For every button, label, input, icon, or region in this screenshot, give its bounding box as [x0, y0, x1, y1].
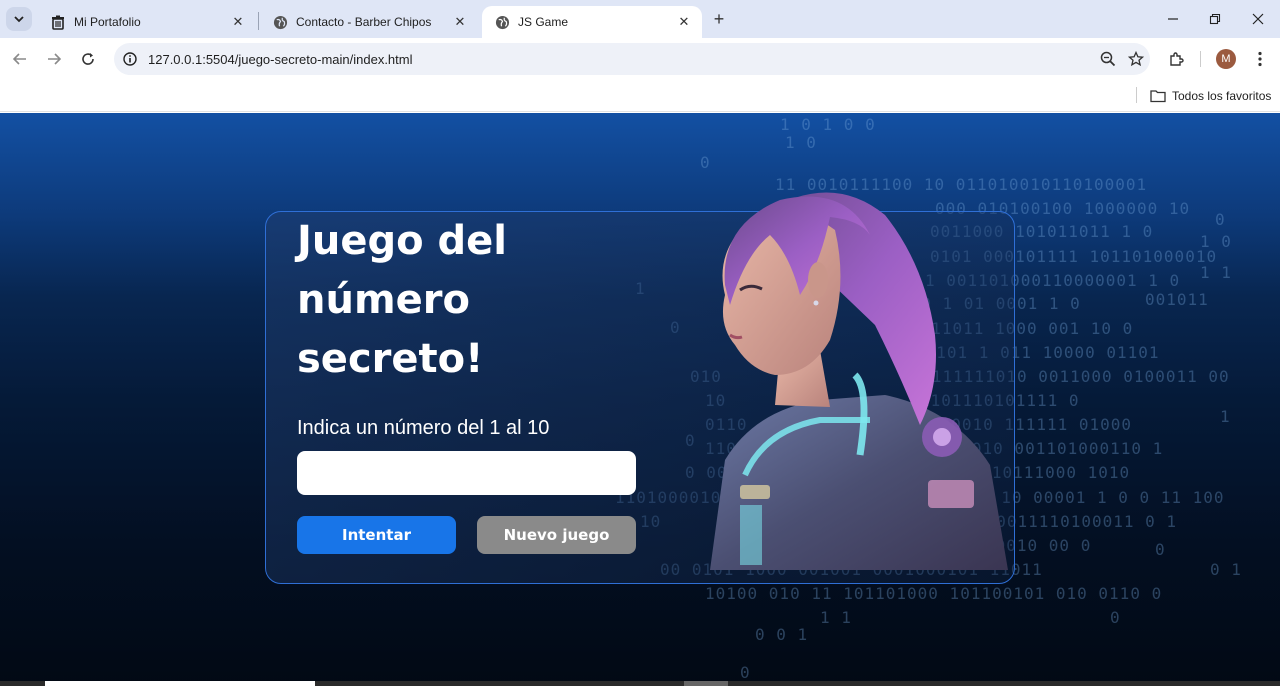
folder-icon — [1150, 89, 1166, 103]
tab-mi-portafolio[interactable]: Mi Portafolio ✕ — [38, 6, 256, 38]
extensions-button[interactable] — [1164, 47, 1188, 71]
character-illustration — [710, 192, 1008, 570]
restore-icon — [1209, 13, 1221, 25]
tab-strip: Mi Portafolio ✕ Contacto - Barber Chipos… — [0, 0, 1280, 38]
toolbar-divider — [1200, 51, 1201, 67]
close-icon — [1252, 13, 1264, 25]
profile-avatar[interactable]: M — [1216, 49, 1236, 69]
puzzle-icon — [1170, 52, 1184, 66]
new-game-button[interactable]: Nuevo juego — [477, 516, 636, 554]
bookmarks-bar: Todos los favoritos — [0, 80, 1280, 112]
title-line: número — [297, 277, 470, 323]
new-tab-button[interactable]: + — [708, 8, 730, 30]
title-line: secreto! — [297, 336, 484, 382]
site-info-icon[interactable] — [122, 51, 138, 67]
tab-title: JS Game — [518, 15, 569, 29]
taskbar-strip — [0, 681, 1280, 686]
reload-icon — [82, 53, 94, 65]
arrow-left-icon — [13, 53, 26, 65]
try-button[interactable]: Intentar — [297, 516, 456, 554]
restore-button[interactable] — [1194, 0, 1236, 38]
arrow-right-icon — [48, 53, 61, 65]
forward-button[interactable] — [42, 47, 66, 71]
tab-title: Contacto - Barber Chipos — [296, 15, 432, 29]
globe-icon — [494, 14, 510, 30]
game-page: 1 0 1 0 0 1 0 0 11 0010111100 10 0110100… — [0, 113, 1280, 686]
trash-icon — [50, 14, 66, 30]
all-bookmarks-label: Todos los favoritos — [1172, 89, 1272, 103]
more-vert-icon — [1258, 51, 1262, 67]
url-text[interactable]: 127.0.0.1:5504/juego-secreto-main/index.… — [148, 52, 1094, 67]
number-input[interactable] — [297, 451, 636, 495]
close-tab-icon[interactable]: ✕ — [452, 14, 468, 30]
title-line: Juego del — [297, 218, 507, 264]
reload-button[interactable] — [76, 47, 100, 71]
minimize-icon — [1168, 18, 1178, 20]
bookmarks-divider — [1136, 87, 1137, 103]
address-bar[interactable]: 127.0.0.1:5504/juego-secreto-main/index.… — [114, 43, 1150, 75]
all-bookmarks-button[interactable]: Todos los favoritos — [1150, 85, 1271, 107]
taskbar-item[interactable] — [684, 681, 728, 686]
close-window-button[interactable] — [1237, 0, 1279, 38]
taskbar-item[interactable] — [45, 681, 315, 686]
globe-icon — [272, 14, 288, 30]
tab-search-button[interactable] — [6, 7, 32, 31]
minimize-button[interactable] — [1152, 0, 1194, 38]
close-tab-icon[interactable]: ✕ — [676, 14, 692, 30]
close-tab-icon[interactable]: ✕ — [230, 14, 246, 30]
zoom-icon[interactable] — [1094, 45, 1122, 73]
page-title: Juego del número secreto! — [297, 212, 657, 389]
tab-title: Mi Portafolio — [74, 15, 141, 29]
back-button[interactable] — [8, 47, 32, 71]
bookmark-star-icon[interactable] — [1122, 45, 1150, 73]
number-prompt: Indica un número del 1 al 10 — [297, 417, 550, 439]
tab-divider — [258, 12, 259, 30]
tab-js-game[interactable]: JS Game ✕ — [482, 6, 702, 38]
browser-toolbar: 127.0.0.1:5504/juego-secreto-main/index.… — [0, 38, 1280, 80]
browser-menu-button[interactable] — [1250, 47, 1270, 71]
tab-contacto[interactable]: Contacto - Barber Chipos ✕ — [260, 6, 478, 38]
chevron-down-icon — [14, 16, 24, 23]
